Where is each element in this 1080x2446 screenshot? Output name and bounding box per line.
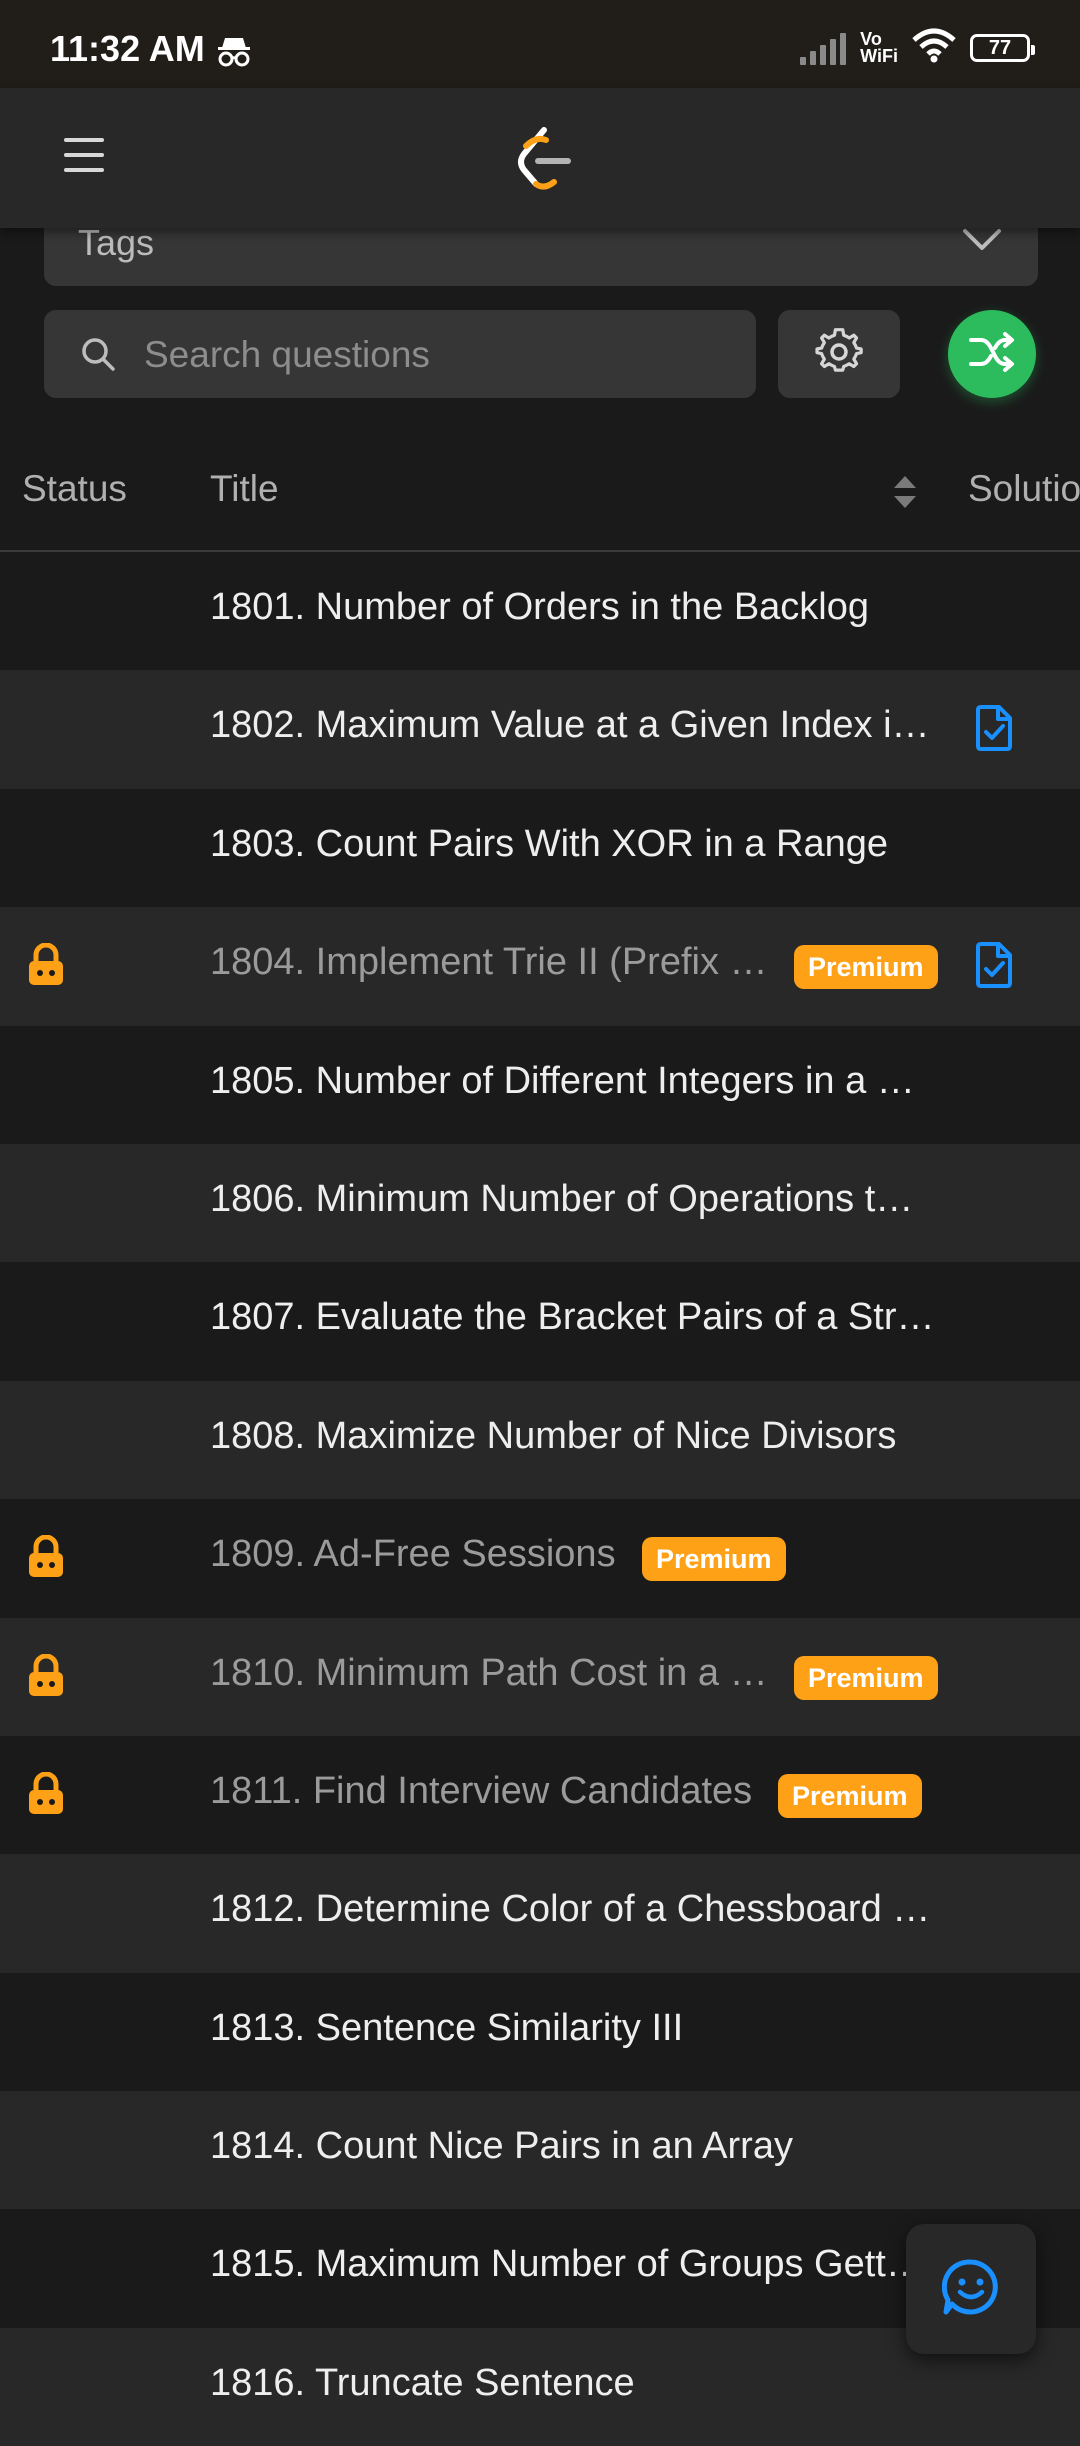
question-title[interactable]: 1806. Minimum Number of Operations t… — [210, 1178, 913, 1221]
settings-button[interactable] — [778, 310, 900, 398]
premium-badge: Premium — [778, 1773, 922, 1818]
table-row[interactable]: 1809. Ad-Free Sessions Premium — [0, 1499, 1080, 1618]
status-indicators: Vo WiFi 77 — [800, 28, 1035, 69]
premium-badge: Premium — [794, 945, 938, 990]
lock-icon — [26, 942, 66, 992]
feedback-chat-button[interactable] — [906, 2224, 1036, 2354]
battery-icon: 77 — [970, 34, 1035, 62]
table-row[interactable]: 1812. Determine Color of a Chessboard … — [0, 1854, 1080, 1973]
question-title[interactable]: 1801. Number of Orders in the Backlog — [210, 586, 869, 629]
question-title[interactable]: 1812. Determine Color of a Chessboard … — [210, 1888, 930, 1931]
table-row[interactable]: 1814. Count Nice Pairs in an Array — [0, 2091, 1080, 2210]
table-row[interactable]: 1807. Evaluate the Bracket Pairs of a St… — [0, 1262, 1080, 1381]
table-header: Status Title Solutio — [0, 440, 1080, 552]
table-row[interactable]: 1808. Maximize Number of Nice Divisors — [0, 1380, 1080, 1500]
search-icon — [80, 336, 116, 377]
question-title[interactable]: 1805. Number of Different Integers in a … — [210, 1060, 915, 1103]
signal-icon — [800, 31, 847, 65]
battery-level: 77 — [988, 36, 1012, 59]
question-list: 1801. Number of Orders in the Backlog 180… — [0, 552, 1080, 2446]
gear-icon — [815, 327, 863, 381]
app-header — [0, 88, 1080, 228]
leetcode-logo-icon[interactable] — [514, 126, 574, 195]
question-title[interactable]: 1815. Maximum Number of Groups Gett… — [210, 2243, 924, 2286]
question-title[interactable]: 1814. Count Nice Pairs in an Array — [210, 2125, 793, 2168]
question-title[interactable]: 1803. Count Pairs With XOR in a Range — [210, 823, 888, 866]
question-title[interactable]: 1816. Truncate Sentence — [210, 2362, 635, 2405]
solution-doc-icon[interactable] — [974, 704, 1014, 757]
question-title[interactable]: 1810. Minimum Path Cost in a … — [210, 1652, 768, 1695]
search-box — [44, 310, 756, 400]
column-header-status[interactable]: Status — [22, 468, 127, 510]
question-title[interactable]: 1802. Maximum Value at a Given Index i… — [210, 704, 930, 747]
column-header-solution[interactable]: Solutio — [968, 468, 1080, 510]
question-title[interactable]: 1804. Implement Trie II (Prefix … — [210, 941, 768, 984]
question-title[interactable]: 1809. Ad-Free Sessions — [210, 1533, 616, 1576]
vowifi-label: Vo WiFi — [860, 30, 898, 66]
solution-doc-icon[interactable] — [974, 941, 1014, 994]
incognito-icon — [216, 34, 252, 73]
chat-smile-icon — [941, 2258, 1000, 2321]
table-row[interactable]: 1806. Minimum Number of Operations t… — [0, 1143, 1080, 1263]
table-row[interactable]: 1801. Number of Orders in the Backlog — [0, 552, 1080, 671]
question-title[interactable]: 1808. Maximize Number of Nice Divisors — [210, 1415, 896, 1458]
shuffle-icon — [969, 331, 1015, 377]
shuffle-button[interactable] — [948, 310, 1036, 398]
lock-icon — [26, 1653, 66, 1703]
chevron-down-icon — [962, 228, 1002, 257]
table-row[interactable]: 1804. Implement Trie II (Prefix … Premium — [0, 907, 1080, 1026]
lock-icon — [26, 1771, 66, 1821]
lock-icon — [26, 1534, 66, 1584]
table-row[interactable]: 1810. Minimum Path Cost in a … Premium — [0, 1617, 1080, 1736]
table-row[interactable]: 1803. Count Pairs With XOR in a Range — [0, 788, 1080, 908]
tags-label: Tags — [78, 222, 155, 263]
column-header-title[interactable]: Title — [210, 468, 279, 510]
table-row[interactable]: 1805. Number of Different Integers in a … — [0, 1025, 1080, 1144]
status-bar: 11:32 AM Vo WiFi 77 — [0, 0, 1080, 88]
question-title[interactable]: 1807. Evaluate the Bracket Pairs of a St… — [210, 1296, 935, 1339]
question-title[interactable]: 1811. Find Interview Candidates — [210, 1770, 752, 1813]
table-row[interactable]: 1802. Maximum Value at a Given Index i… — [0, 670, 1080, 789]
premium-badge: Premium — [794, 1655, 938, 1700]
table-row[interactable]: 1811. Find Interview Candidates Premium — [0, 1735, 1080, 1855]
premium-badge: Premium — [642, 1537, 786, 1582]
search-input[interactable] — [142, 310, 736, 400]
table-row[interactable]: 1813. Sentence Similarity III — [0, 1972, 1080, 2092]
wifi-icon — [912, 28, 956, 69]
hamburger-menu-icon[interactable] — [64, 138, 104, 178]
sort-icon[interactable] — [892, 474, 918, 515]
question-title[interactable]: 1813. Sentence Similarity III — [210, 2007, 683, 2050]
status-time: 11:32 AM — [50, 28, 205, 69]
vowifi-line2: WiFi — [860, 46, 898, 66]
